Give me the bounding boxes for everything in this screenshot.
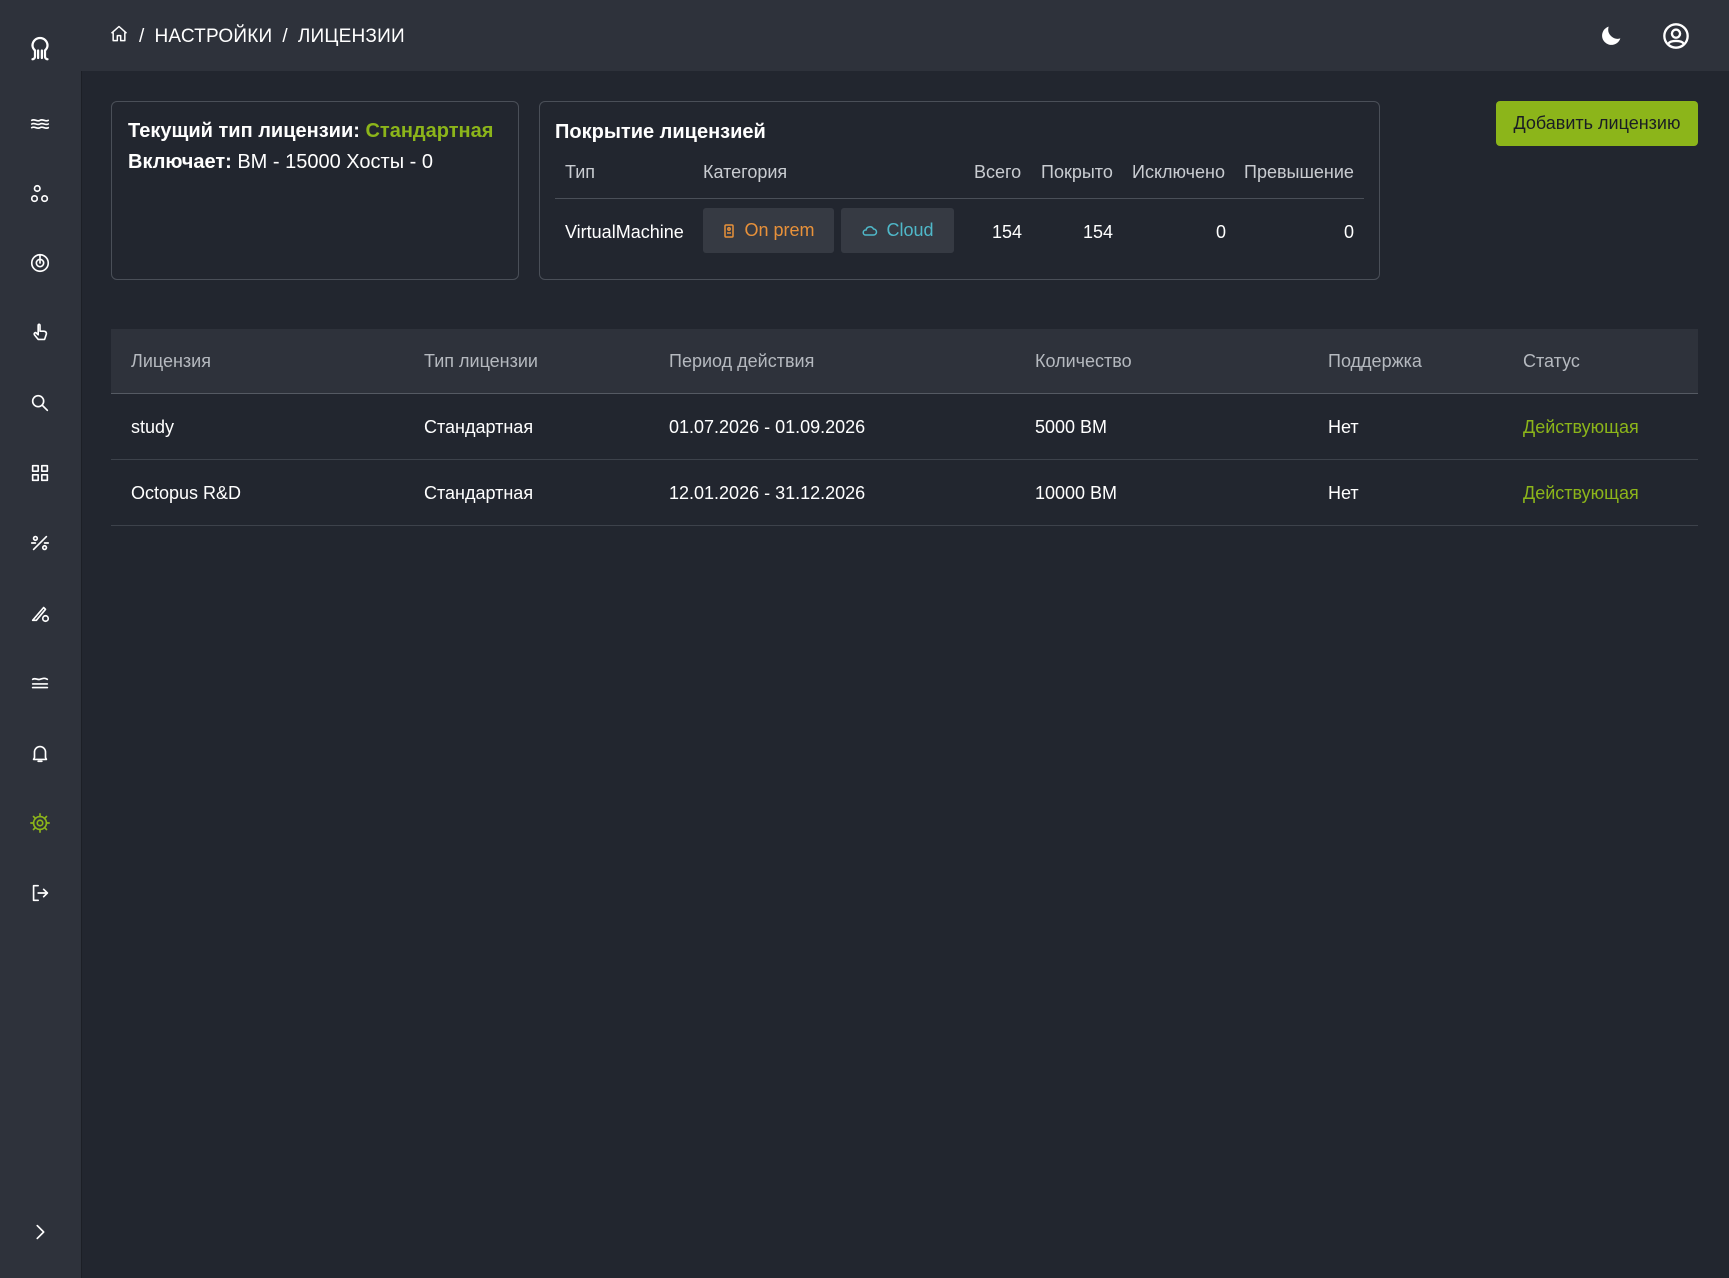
license-type-line: Текущий тип лицензии: Стандартная — [128, 120, 493, 143]
breadcrumb-separator: / — [282, 26, 288, 47]
coverage-header-covered: Покрыто — [1041, 162, 1113, 182]
coverage-row-type: VirtualMachine — [565, 222, 684, 242]
coverage-header-excluded: Исключено — [1132, 162, 1225, 182]
breadcrumb: / НАСТРОЙКИ / ЛИЦЕНЗИИ — [109, 24, 405, 50]
license-includes-line: Включает: ВМ - 15000 Хосты - 0 — [128, 151, 433, 174]
waves-icon[interactable] — [20, 104, 60, 144]
breadcrumb-settings[interactable]: НАСТРОЙКИ — [154, 26, 272, 48]
layers-icon[interactable] — [20, 663, 60, 703]
license-type-value: Стандартная — [365, 120, 494, 142]
pen-settings-icon[interactable] — [20, 593, 60, 633]
category-tag-onprem: On prem — [703, 208, 834, 253]
header-support[interactable]: Поддержка — [1328, 351, 1422, 372]
license-includes-hosts: Хосты - 0 — [346, 151, 433, 173]
category-tag-onprem-label: On prem — [744, 220, 815, 240]
breadcrumb-licenses: ЛИЦЕНЗИИ — [297, 26, 405, 47]
logout-icon[interactable] — [20, 873, 60, 913]
license-includes-vm: ВМ - 15000 — [237, 151, 341, 173]
coverage-row-excess: 0 — [1344, 222, 1355, 242]
cloud-icon — [862, 225, 878, 236]
cell-quantity: 10000 ВМ — [1035, 483, 1118, 503]
coverage-row-total: 154 — [992, 222, 1023, 242]
coverage-row-covered: 154 — [1083, 222, 1114, 242]
radar-icon[interactable] — [20, 243, 60, 283]
chevron-right-icon[interactable] — [20, 1212, 60, 1252]
cell-support: Нет — [1328, 417, 1359, 437]
user-profile-icon[interactable] — [1660, 20, 1692, 52]
cell-status: Действующая — [1523, 417, 1639, 437]
coverage-header-excess: Превышение — [1244, 162, 1354, 182]
cell-license: Octopus R&D — [131, 483, 242, 503]
gear-icon[interactable] — [20, 803, 60, 843]
header-quantity[interactable]: Количество — [1035, 351, 1132, 372]
pointer-icon[interactable] — [20, 313, 60, 353]
search-icon[interactable] — [20, 383, 60, 423]
moon-icon[interactable] — [1595, 20, 1627, 52]
sidebar — [0, 0, 82, 1278]
table-row[interactable]: Octopus R&D Стандартная 12.01.2026 - 31.… — [111, 460, 1698, 526]
coverage-header-category: Категория — [703, 162, 788, 182]
header-license[interactable]: Лицензия — [131, 351, 211, 372]
coverage-header-type: Тип — [565, 162, 596, 182]
table-row[interactable]: study Стандартная 01.07.2026 - 01.09.202… — [111, 394, 1698, 460]
octopus-logo-icon[interactable] — [20, 28, 60, 68]
nodes-icon[interactable] — [20, 174, 60, 214]
cell-period: 01.07.2026 - 01.09.2026 — [669, 417, 866, 437]
cell-license-type: Стандартная — [424, 417, 534, 437]
cell-license-type: Стандартная — [424, 483, 534, 503]
cell-license: study — [131, 417, 175, 437]
top-bar: / НАСТРОЙКИ / ЛИЦЕНЗИИ — [81, 0, 1729, 71]
coverage-title: Покрытие лицензией — [555, 121, 766, 143]
percent-icon[interactable] — [20, 523, 60, 563]
category-tag-cloud-label: Cloud — [886, 220, 934, 240]
coverage-divider — [555, 198, 1364, 199]
current-license-card: Текущий тип лицензии: Стандартная Включа… — [111, 101, 519, 280]
category-tag-cloud: Cloud — [841, 208, 954, 253]
bell-icon[interactable] — [20, 733, 60, 773]
add-license-button[interactable]: Добавить лицензию — [1496, 101, 1698, 146]
home-icon[interactable] — [109, 24, 129, 50]
header-license-type[interactable]: Тип лицензии — [424, 351, 538, 372]
table-header: Лицензия Тип лицензии Период действия Ко… — [111, 329, 1698, 394]
cell-support: Нет — [1328, 483, 1359, 503]
license-type-label: Текущий тип лицензии: — [128, 120, 360, 142]
coverage-header-total: Всего — [974, 162, 1022, 182]
cell-quantity: 5000 ВМ — [1035, 417, 1108, 437]
cell-status: Действующая — [1523, 483, 1639, 503]
server-icon — [724, 223, 735, 238]
dashboard-icon[interactable] — [20, 453, 60, 493]
license-includes-label: Включает: — [128, 151, 232, 173]
licenses-table: Лицензия Тип лицензии Период действия Ко… — [111, 329, 1698, 526]
header-status[interactable]: Статус — [1523, 351, 1580, 372]
cell-period: 12.01.2026 - 31.12.2026 — [669, 483, 866, 503]
license-coverage-card: Покрытие лицензией Тип Категория Всего П… — [539, 101, 1380, 280]
breadcrumb-separator: / — [139, 26, 145, 47]
coverage-row-excluded: 0 — [1216, 222, 1227, 242]
header-period[interactable]: Период действия — [669, 351, 814, 372]
